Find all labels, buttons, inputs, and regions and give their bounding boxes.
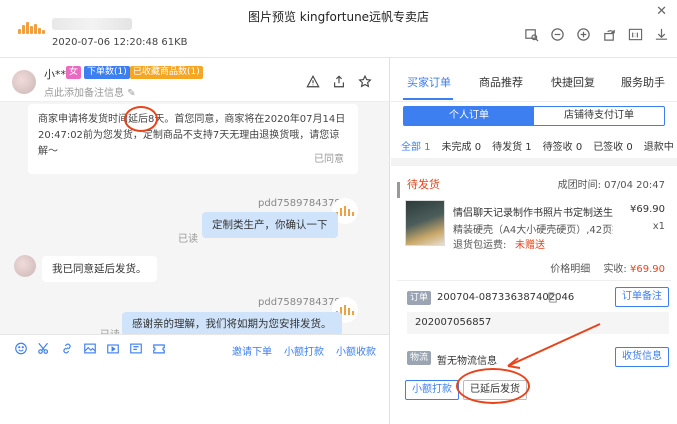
warning-icon[interactable] [306, 74, 320, 88]
product-title[interactable]: 情侣聊天记录制作书照片书定制送生日… [453, 204, 613, 219]
remark-link[interactable]: 点此添加备注信息 ✎ [44, 84, 136, 99]
favorites-badge[interactable]: 已收藏商品数(1) [130, 66, 203, 79]
coupon-icon[interactable] [152, 341, 166, 355]
rotate-icon[interactable] [601, 26, 617, 42]
edit-icon: ✎ [127, 88, 136, 99]
order-status: 待发货 [407, 178, 440, 191]
chat-header: 小** 女 下单数(1) 已收藏商品数(1) 点此添加备注信息 ✎ [0, 58, 389, 102]
logistics-tag: 物流 [407, 351, 432, 365]
product-quantity: x1 [652, 221, 665, 232]
small-payment-button[interactable]: 小额打款 [405, 380, 459, 400]
active-tab-indicator [403, 98, 453, 100]
order-count-badge[interactable]: 下单数(1) [84, 66, 130, 79]
zoom-in-icon[interactable] [575, 26, 591, 42]
invite-order-link[interactable]: 邀请下单 [232, 343, 272, 358]
filter-all[interactable]: 全部 1 [401, 138, 431, 153]
actual-label: 实收: [603, 264, 627, 275]
close-icon[interactable]: ✕ [656, 4, 667, 19]
order-remark-button[interactable]: 订单备注 [615, 287, 669, 307]
annotation-circle [456, 368, 530, 404]
order-status-filters: 全部 1 未完成 0 待发货 1 待签收 0 已签收 0 退款中 0 [401, 138, 677, 153]
small-collection-link[interactable]: 小额收款 [336, 343, 376, 358]
file-info: 2020-07-06 12:20:48 61KB [52, 37, 188, 48]
order-time: 202007056857 [407, 312, 669, 334]
image-icon[interactable] [83, 341, 97, 355]
quick-links: 邀请下单 小额打款 小额收款 [232, 343, 376, 358]
filter-signed[interactable]: 已签收 0 [593, 138, 633, 153]
seller-message: 定制类生产，你确认一下 [202, 212, 338, 238]
customer-avatar[interactable] [12, 70, 36, 94]
sidebar-tabs: 买家订单 商品推荐 快捷回复 服务助手 [391, 58, 677, 102]
scissors-icon[interactable] [37, 341, 51, 355]
customer-name: 小** [44, 68, 66, 81]
logistics-info: 暂无物流信息 [437, 356, 497, 367]
title-bar: 2020-07-06 12:20:48 61KB 图片预览 kingfortun… [0, 0, 677, 58]
chat-header-actions [306, 74, 372, 88]
video-icon[interactable] [106, 341, 120, 355]
order-tag: 订单 [407, 291, 432, 305]
system-message-line-1: 商家申请将发货时间延后8天。首您同意，商家将在2020年07月14日 [38, 114, 346, 125]
image-search-icon[interactable] [523, 26, 539, 42]
gender-badge: 女 [66, 66, 82, 79]
emoji-icon[interactable] [14, 341, 28, 355]
image-toolbar [523, 26, 669, 42]
order-sidebar: 买家订单 商品推荐 快捷回复 服务助手 个人订单 店铺待支付订单 全部 1 未完… [391, 58, 677, 424]
small-payment-link[interactable]: 小额打款 [284, 343, 324, 358]
price-detail-link[interactable]: 价格明细 [550, 264, 590, 275]
system-message-card: 商家申请将发货时间延后8天。首您同意，商家将在2020年07月14日 20:47… [28, 104, 358, 174]
link-icon[interactable] [60, 341, 74, 355]
actual-size-icon[interactable] [627, 26, 643, 42]
product-card-icon[interactable] [129, 341, 143, 355]
download-icon[interactable] [653, 26, 669, 42]
zoom-out-icon[interactable] [549, 26, 565, 42]
chat-input-area[interactable]: 邀请下单 小额打款 小额收款 [0, 334, 389, 424]
tab-quick-reply[interactable]: 快捷回复 [551, 74, 595, 90]
group-time: 成团时间: 07/04 20:47 [557, 180, 665, 191]
price-summary: 价格明细 实收: ¥69.90 [550, 260, 665, 275]
system-message-line-2: 20:47:02前为您发货，定制商品不支持7天无理由退换货哦，请您谅解～ [38, 130, 340, 157]
actual-amount: ¥69.90 [630, 264, 665, 275]
customer-message: 我已同意延后发货。 [42, 256, 157, 282]
product-price: ¥69.90 [630, 204, 665, 215]
tab-product-recommend[interactable]: 商品推荐 [479, 74, 523, 90]
copy-icon[interactable] [547, 292, 558, 303]
divider [397, 280, 671, 281]
return-shipping-value: 未赠送 [515, 240, 545, 251]
agreed-status: 已同意 [314, 154, 344, 165]
filter-refunding[interactable]: 退款中 0 [644, 138, 677, 153]
return-shipping-label: 退货包运费: [453, 240, 507, 251]
scrollbar[interactable] [397, 182, 400, 198]
input-toolbar [14, 341, 166, 355]
order-type-switch: 个人订单 店铺待支付订单 [403, 106, 665, 126]
read-status: 已读 [178, 234, 198, 245]
segment-store-unpaid-orders[interactable]: 店铺待支付订单 [534, 107, 664, 125]
order-card: 待发货 成团时间: 07/04 20:47 情侣聊天记录制作书照片书定制送生日…… [397, 168, 671, 424]
shipping-address-button[interactable]: 收货信息 [615, 347, 669, 367]
window-title: 图片预览 kingfortune远帆专卖店 [247, 10, 430, 24]
product-thumbnail[interactable] [405, 200, 445, 246]
chat-panel: 小** 女 下单数(1) 已收藏商品数(1) 点此添加备注信息 ✎ 商家申请将发… [0, 58, 390, 424]
share-icon[interactable] [332, 74, 346, 88]
filter-incomplete[interactable]: 未完成 0 [442, 138, 482, 153]
customer-avatar-small [14, 255, 36, 277]
tab-buyer-orders[interactable]: 买家订单 [407, 74, 451, 90]
filter-to-ship[interactable]: 待发货 1 [492, 138, 532, 153]
tab-service-assistant[interactable]: 服务助手 [621, 74, 665, 90]
divider [391, 158, 677, 166]
seller-message: 感谢亲的理解，我们将如期为您安排发货。 [122, 312, 342, 336]
filter-to-sign[interactable]: 待签收 0 [543, 138, 583, 153]
annotation-circle [124, 106, 158, 132]
segment-personal-orders[interactable]: 个人订单 [404, 107, 534, 125]
remark-label: 点此添加备注信息 [44, 88, 124, 99]
product-sku: 精装硬壳（A4大小硬壳硬页）,42页推荐… [453, 225, 613, 236]
star-icon[interactable] [358, 74, 372, 88]
